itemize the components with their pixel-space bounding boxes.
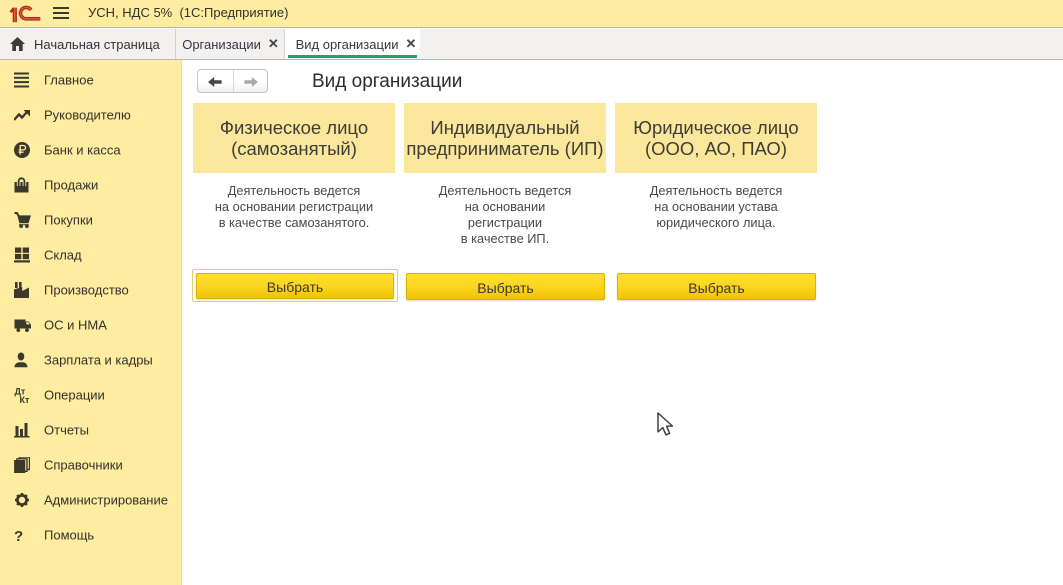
svg-text:?: ?: [14, 528, 23, 543]
svg-text:Кт: Кт: [20, 395, 30, 404]
